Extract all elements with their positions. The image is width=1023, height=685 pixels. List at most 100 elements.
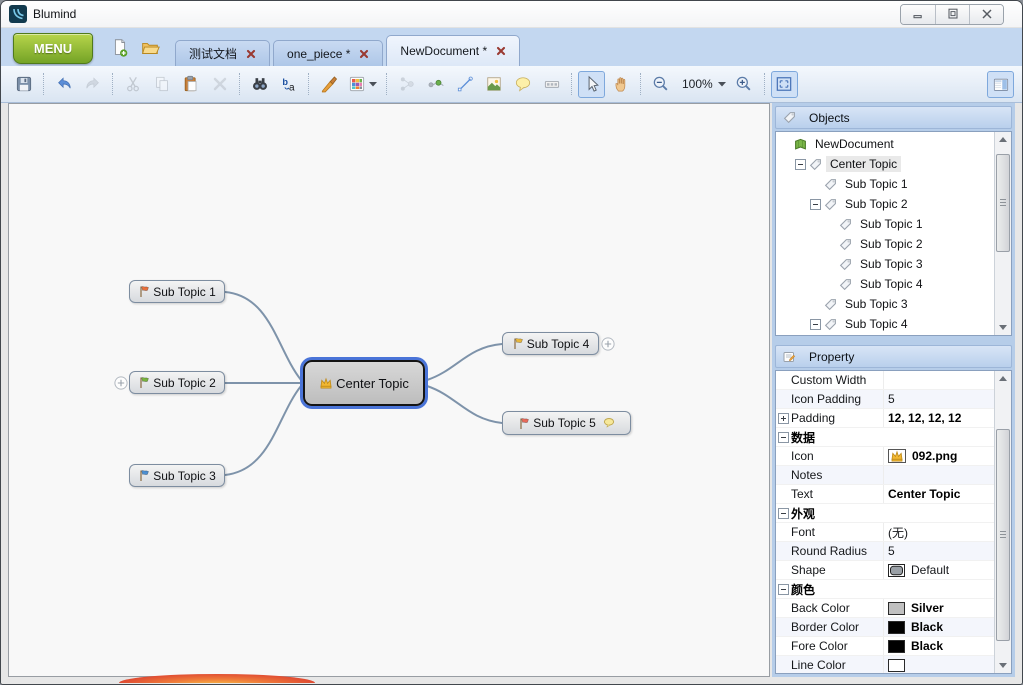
property-row-Line Color[interactable]: Line Color (776, 656, 994, 673)
scroll-up-icon[interactable] (995, 371, 1011, 386)
property-row-Padding[interactable]: Padding12, 12, 12, 12 (776, 409, 994, 428)
property-row-外观[interactable]: 外观 (776, 504, 994, 523)
collapse-icon[interactable] (810, 319, 821, 330)
tree-item-2[interactable]: Center Topic (776, 154, 994, 174)
mindmap-node-center[interactable]: Center Topic (303, 360, 425, 406)
tab-close-icon[interactable] (359, 49, 369, 59)
expand-handle-icon[interactable] (601, 337, 615, 351)
tree-item-4[interactable]: Sub Topic 2 (776, 194, 994, 214)
panel-toggle-button[interactable] (987, 71, 1014, 98)
menu-button[interactable]: MENU (13, 33, 93, 64)
property-value[interactable]: 12, 12, 12, 12 (883, 409, 994, 427)
property-scrollbar[interactable] (994, 371, 1011, 673)
tree-item-10[interactable]: Sub Topic 4 (776, 314, 994, 334)
line-button[interactable] (451, 71, 478, 98)
tree-item-3[interactable]: Sub Topic 1 (776, 174, 994, 194)
property-row-Icon Padding[interactable]: Icon Padding5 (776, 390, 994, 409)
tab-3[interactable]: NewDocument * (386, 35, 520, 66)
mindmap-node-sub2[interactable]: Sub Topic 2 (129, 371, 225, 394)
new-document-button[interactable] (109, 37, 131, 59)
undo-button[interactable] (50, 71, 77, 98)
delete-button[interactable] (206, 71, 233, 98)
property-row-Shape[interactable]: ShapeDefault (776, 561, 994, 580)
mindmap-node-sub5[interactable]: Sub Topic 5 (502, 411, 631, 435)
select-button[interactable] (578, 71, 605, 98)
property-row-Icon[interactable]: Icon092.png (776, 447, 994, 466)
property-row-Round Radius[interactable]: Round Radius5 (776, 542, 994, 561)
tree-item-5[interactable]: Sub Topic 1 (776, 214, 994, 234)
insert-topic-button[interactable] (393, 71, 420, 98)
property-row-Fore Color[interactable]: Fore ColorBlack (776, 637, 994, 656)
zoom-in-button[interactable] (731, 71, 758, 98)
property-value[interactable]: Silver (883, 599, 994, 617)
property-row-Font[interactable]: Font(无) (776, 523, 994, 542)
property-row-Notes[interactable]: Notes (776, 466, 994, 485)
property-value[interactable]: Default (883, 561, 994, 579)
image-button[interactable] (480, 71, 507, 98)
paste-button[interactable] (177, 71, 204, 98)
property-row-Custom Width[interactable]: Custom Width (776, 371, 994, 390)
zoom-level-button[interactable]: 100% (676, 71, 729, 98)
scroll-down-icon[interactable] (995, 320, 1011, 335)
zoom-out-button[interactable] (647, 71, 674, 98)
property-value[interactable]: Center Topic (883, 485, 994, 503)
property-row-颜色[interactable]: 颜色 (776, 580, 994, 599)
mindmap-node-sub1[interactable]: Sub Topic 1 (129, 280, 225, 303)
property-row-Text[interactable]: TextCenter Topic (776, 485, 994, 504)
tab-close-icon[interactable] (246, 49, 256, 59)
property-value[interactable]: (无) (883, 523, 994, 541)
property-row-数据[interactable]: 数据 (776, 428, 994, 447)
property-value[interactable] (883, 656, 994, 673)
relation-button[interactable] (422, 71, 449, 98)
mindmap-canvas[interactable]: Sub Topic 1 Sub Topic 2 Sub Topic 3 Center … (8, 103, 770, 677)
open-document-button[interactable] (139, 37, 161, 59)
collapse-icon[interactable] (776, 432, 791, 443)
tree-item-8[interactable]: Sub Topic 4 (776, 274, 994, 294)
tab-close-icon[interactable] (496, 46, 506, 56)
property-value[interactable] (883, 371, 994, 389)
property-value[interactable] (883, 466, 994, 484)
copy-button[interactable] (148, 71, 175, 98)
fit-window-button[interactable] (771, 71, 798, 98)
replace-button[interactable]: ba (275, 71, 302, 98)
property-value[interactable]: 092.png (883, 447, 994, 465)
note-button[interactable] (509, 71, 536, 98)
color-palette-button[interactable] (344, 71, 380, 98)
collapse-icon[interactable] (776, 508, 791, 519)
expand-icon[interactable] (776, 413, 791, 424)
maximize-button[interactable] (935, 5, 969, 24)
tab-2[interactable]: one_piece * (273, 40, 383, 66)
property-value[interactable]: Black (883, 637, 994, 655)
collapse-icon[interactable] (776, 584, 791, 595)
collapse-icon[interactable] (795, 159, 806, 170)
tree-item-6[interactable]: Sub Topic 2 (776, 234, 994, 254)
redo-button[interactable] (79, 71, 106, 98)
objects-tree-scrollbar[interactable] (994, 132, 1011, 335)
property-value[interactable]: 5 (883, 542, 994, 560)
close-button[interactable] (969, 5, 1003, 24)
mindmap-node-sub4[interactable]: Sub Topic 4 (502, 332, 599, 355)
property-row-Back Color[interactable]: Back ColorSilver (776, 599, 994, 618)
scrollbar-thumb[interactable] (996, 154, 1010, 252)
node-note-icon[interactable] (603, 417, 615, 429)
tree-item-7[interactable]: Sub Topic 3 (776, 254, 994, 274)
mindmap-node-sub3[interactable]: Sub Topic 3 (129, 464, 225, 487)
property-value[interactable]: Black (883, 618, 994, 636)
format-brush-button[interactable] (315, 71, 342, 98)
find-button[interactable] (246, 71, 273, 98)
scrollbar-thumb[interactable] (996, 429, 1010, 641)
property-value[interactable]: 5 (883, 390, 994, 408)
save-button[interactable] (10, 71, 37, 98)
tree-item-9[interactable]: Sub Topic 3 (776, 294, 994, 314)
pan-button[interactable] (607, 71, 634, 98)
scroll-down-icon[interactable] (995, 658, 1011, 673)
tree-item-1[interactable]: NewDocument (776, 134, 994, 154)
collapse-icon[interactable] (810, 199, 821, 210)
property-row-Border Color[interactable]: Border ColorBlack (776, 618, 994, 637)
progress-button[interactable] (538, 71, 565, 98)
scroll-up-icon[interactable] (995, 132, 1011, 147)
tab-1[interactable]: 测试文档 (175, 40, 270, 66)
cut-button[interactable] (119, 71, 146, 98)
minimize-button[interactable] (901, 5, 935, 24)
expand-handle-icon[interactable] (114, 376, 128, 390)
